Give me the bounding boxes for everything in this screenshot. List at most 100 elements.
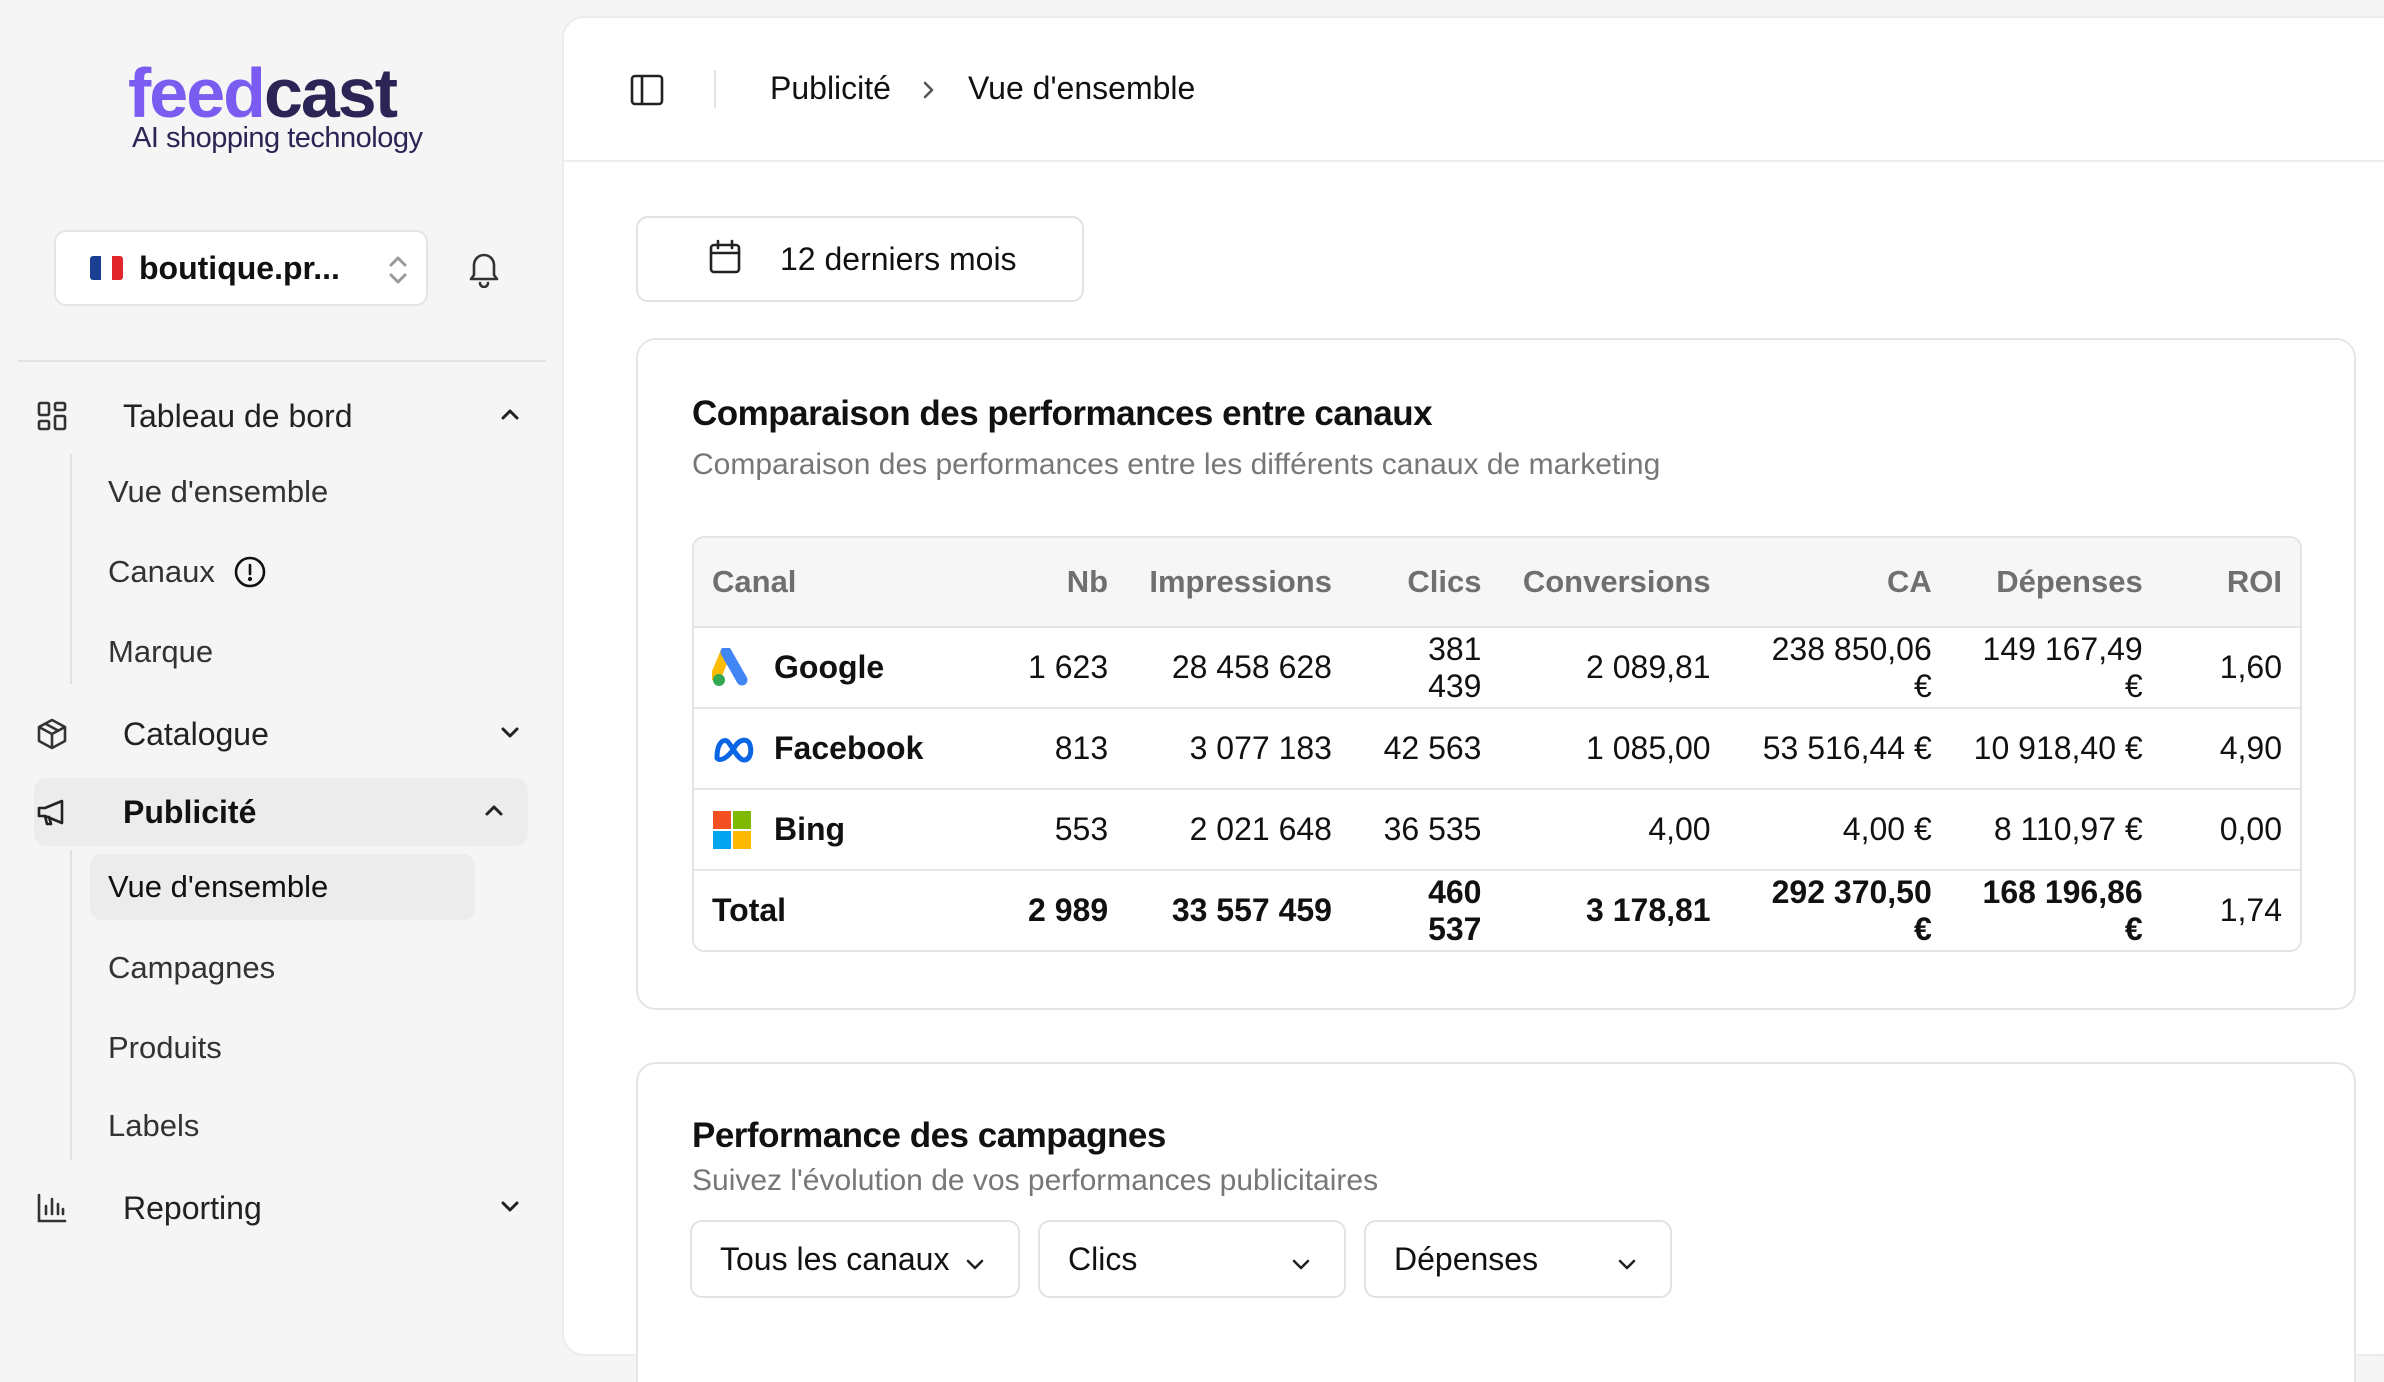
france-flag-icon — [90, 256, 123, 280]
dropdown-value: Dépenses — [1394, 1240, 1539, 1277]
sidebar-item-labels[interactable]: Labels — [108, 1096, 199, 1156]
table-total-row: Total 2 989 33 557 459 460 537 3 178,81 … — [694, 871, 2300, 950]
sidebar-group-label: Tableau de bord — [123, 397, 353, 434]
table-row[interactable]: Bing 553 2 021 648 36 535 4,00 4,00 € 8 … — [694, 790, 2300, 871]
topbar-separator — [714, 70, 716, 108]
breadcrumb-current: Vue d'ensemble — [968, 70, 1196, 106]
cell-impressions: 33 557 459 — [1171, 892, 1332, 928]
store-name: boutique.pr... — [139, 249, 340, 286]
secondary-metric-dropdown[interactable]: Dépenses — [1364, 1220, 1672, 1298]
cell-roi: 1,74 — [2219, 892, 2282, 928]
cell-conversions: 1 085,00 — [1499, 709, 1729, 790]
chevron-down-icon — [962, 1248, 988, 1285]
cell-conversions: 2 089,81 — [1499, 628, 1729, 709]
sidebar: feedcast AI shopping technology boutique… — [0, 0, 560, 1342]
card-subtitle: Comparaison des performances entre les d… — [692, 448, 1661, 481]
channel-name: Bing — [774, 811, 846, 847]
topbar: Publicité Vue d'ensemble — [564, 18, 2384, 162]
chevron-up-down-icon — [384, 252, 412, 293]
submenu-line — [70, 850, 72, 1160]
date-range-button[interactable]: 12 derniers mois — [636, 216, 1084, 302]
cell-depenses: 168 196,86 € — [1982, 873, 2143, 947]
cell-impressions: 2 021 648 — [1126, 790, 1350, 871]
cell-depenses: 10 918,40 € — [1949, 709, 2161, 790]
channel-performance-table: Canal Nb Impressions Clics Conversions C… — [692, 536, 2302, 952]
chevron-down-icon — [496, 718, 524, 751]
store-selector[interactable]: boutique.pr... — [54, 230, 428, 306]
submenu-line — [70, 454, 72, 684]
cell-roi: 4,90 — [2160, 709, 2300, 790]
cell-clics: 460 537 — [1428, 873, 1482, 947]
date-range-label: 12 derniers mois — [780, 240, 1017, 277]
col-header-nb[interactable]: Nb — [997, 538, 1127, 628]
cell-clics: 36 535 — [1349, 790, 1500, 871]
channel-name: Facebook — [774, 730, 924, 766]
cell-depenses: 149 167,49 € — [1949, 628, 2161, 709]
chevron-down-icon — [1614, 1248, 1640, 1285]
cell-impressions: 28 458 628 — [1126, 628, 1350, 709]
card-title: Performance des campagnes — [692, 1116, 1166, 1155]
col-header-canal[interactable]: Canal — [694, 538, 998, 628]
sidebar-item-marque[interactable]: Marque — [108, 622, 213, 682]
sidebar-group-label: Reporting — [123, 1189, 262, 1226]
table-row[interactable]: Facebook 813 3 077 183 42 563 1 085,00 5… — [694, 709, 2300, 790]
logo-cast: cast — [263, 54, 398, 132]
chevron-right-icon — [916, 78, 940, 107]
col-header-clics[interactable]: Clics — [1349, 538, 1500, 628]
logo-feed: feed — [128, 54, 266, 132]
cell-roi: 0,00 — [2160, 790, 2300, 871]
main-panel: Publicité Vue d'ensemble 12 derniers moi… — [562, 16, 2384, 1382]
metric-filter-dropdown[interactable]: Clics — [1038, 1220, 1346, 1298]
feedcast-logo[interactable]: feedcast AI shopping technology — [128, 58, 423, 155]
total-label: Total — [712, 892, 787, 928]
sidebar-item-label: Canaux — [108, 554, 215, 589]
chevron-up-icon — [480, 796, 508, 829]
sidebar-item-canaux[interactable]: Canaux — [108, 542, 267, 602]
sidebar-item-produits[interactable]: Produits — [108, 1018, 222, 1078]
dropdown-value: Tous les canaux — [720, 1240, 950, 1277]
sidebar-group-reporting[interactable]: Reporting — [34, 1174, 524, 1242]
sidebar-item-vue-ensemble[interactable]: Vue d'ensemble — [108, 462, 328, 522]
chevron-down-icon — [496, 1192, 524, 1225]
cell-roi: 1,60 — [2160, 628, 2300, 709]
sidebar-group-publicite[interactable]: Publicité — [34, 778, 528, 846]
cell-ca: 238 850,06 € — [1728, 628, 1950, 709]
sidebar-group-label: Publicité — [123, 793, 257, 830]
dropdown-value: Clics — [1068, 1240, 1138, 1277]
cell-ca: 292 370,50 € — [1771, 873, 1932, 947]
bell-icon[interactable] — [466, 248, 502, 293]
calendar-icon — [708, 239, 742, 280]
channel-comparison-card: Comparaison des performances entre canau… — [636, 338, 2356, 1010]
card-subtitle: Suivez l'évolution de vos performances p… — [692, 1164, 1379, 1197]
sidebar-group-catalogue[interactable]: Catalogue — [34, 700, 524, 768]
cell-conversions: 4,00 — [1499, 790, 1729, 871]
col-header-depenses[interactable]: Dépenses — [1949, 538, 2161, 628]
channel-filter-dropdown[interactable]: Tous les canaux — [690, 1220, 1020, 1298]
dashboard-icon — [34, 398, 70, 434]
col-header-conversions[interactable]: Conversions — [1499, 538, 1729, 628]
google-ads-icon — [712, 647, 756, 688]
chevron-up-icon — [496, 400, 524, 433]
sidebar-toggle-icon[interactable] — [630, 74, 664, 111]
alert-circle-icon — [233, 555, 267, 589]
sidebar-group-tableau-de-bord[interactable]: Tableau de bord — [34, 382, 524, 450]
cell-clics: 42 563 — [1349, 709, 1500, 790]
chevron-down-icon — [1288, 1248, 1314, 1285]
sidebar-group-label: Catalogue — [123, 715, 269, 752]
col-header-impressions[interactable]: Impressions — [1126, 538, 1350, 628]
col-header-ca[interactable]: CA — [1728, 538, 1950, 628]
col-header-roi[interactable]: ROI — [2160, 538, 2300, 628]
cell-nb: 1 623 — [997, 628, 1127, 709]
cell-clics: 381 439 — [1349, 628, 1500, 709]
table-header-row: Canal Nb Impressions Clics Conversions C… — [694, 538, 2300, 628]
logo-tagline: AI shopping technology — [132, 122, 423, 154]
cell-depenses: 8 110,97 € — [1949, 790, 2161, 871]
breadcrumb-parent[interactable]: Publicité — [770, 70, 891, 107]
cell-impressions: 3 077 183 — [1126, 709, 1350, 790]
microsoft-bing-icon — [712, 810, 756, 850]
sidebar-item-campagnes[interactable]: Campagnes — [108, 938, 275, 998]
card-title: Comparaison des performances entre canau… — [692, 394, 1433, 433]
cell-nb: 553 — [997, 790, 1127, 871]
sidebar-item-pub-vue-ensemble[interactable]: Vue d'ensemble — [90, 854, 475, 920]
table-row[interactable]: Google 1 623 28 458 628 381 439 2 089,81… — [694, 628, 2300, 709]
